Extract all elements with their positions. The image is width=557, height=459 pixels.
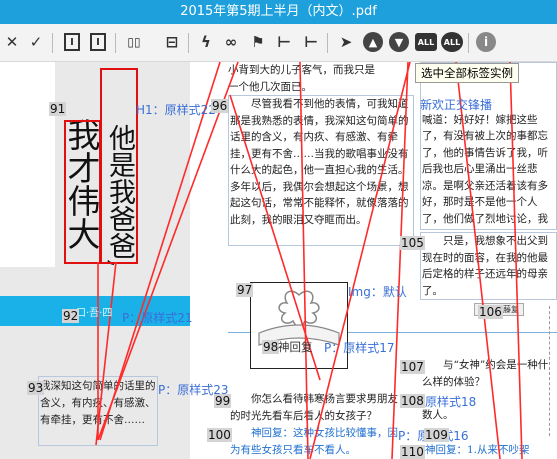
block-number[interactable]: 106 (478, 305, 503, 319)
style-tag[interactable]: P：原样式17 (324, 339, 395, 356)
block-number[interactable]: 96 (211, 99, 229, 113)
split-columns-icon[interactable]: ▯▯ (122, 30, 146, 54)
block-number[interactable]: 97 (236, 283, 254, 297)
style-tag[interactable]: 原样式18 (425, 393, 476, 410)
toolbar-separator (115, 33, 116, 53)
paragraph-107[interactable]: 与“女神”约会是一种什么样的体验？ (422, 357, 557, 391)
text-column-alt-icon[interactable]: I (90, 33, 106, 51)
text-column-icon[interactable]: I (64, 33, 80, 51)
text-block-frame (228, 95, 414, 246)
style-tag[interactable]: P：原样式21 (122, 309, 193, 326)
text-block-frame (38, 376, 158, 446)
block-number[interactable]: 93 (27, 381, 45, 395)
paragraph-110[interactable]: 神回复：1.从来不吵架 (425, 442, 557, 459)
style-tag[interactable]: H1：原样式22 (136, 101, 216, 118)
info-icon[interactable]: i (476, 32, 496, 52)
toolbar-separator (327, 33, 328, 53)
title-bar: 2015年第5期上半月（内文）.pdf (0, 0, 557, 24)
selection-box[interactable] (64, 120, 101, 264)
merge-rows-icon[interactable]: ⊟ (160, 30, 184, 54)
plus-level-icon[interactable]: ⊢ (299, 30, 323, 54)
close-icon[interactable]: ✕ (0, 30, 24, 54)
block-number[interactable]: 110 (400, 445, 425, 459)
app-window: 2015年第5期上半月（内文）.pdf ✕ ✓ I I ▯▯ ⊟ ϟ ∞ ⚑ ⊢… (0, 0, 557, 459)
toolbar-separator (468, 33, 469, 53)
text-block-frame (420, 232, 557, 300)
block-number[interactable]: 91 (49, 102, 67, 116)
arrow-down-icon[interactable]: ▼ (389, 32, 409, 52)
pointer-icon[interactable]: ➤ (334, 30, 358, 54)
tooltip: 选中全部标签实例 (415, 63, 519, 83)
text-block-frame (420, 62, 557, 230)
toolbar: ✕ ✓ I I ▯▯ ⊟ ϟ ∞ ⚑ ⊢ ⊢ ➤ ▲ ▼ ALL ALL i (0, 24, 557, 62)
block-number[interactable]: 108 (400, 394, 425, 408)
select-all-icon[interactable]: ALL (415, 33, 437, 51)
paragraph-line: 小背到大的儿子客气，而我只是 (228, 64, 375, 76)
left-page-margin (0, 62, 55, 267)
banner-text: 口·吾·四 (76, 308, 113, 319)
toolbar-separator (52, 33, 53, 53)
block-number[interactable]: 109 (424, 428, 449, 442)
image-caption: 神回复 (278, 340, 313, 354)
style-tag[interactable]: 新欢正交锋播 (420, 96, 492, 113)
lightning-tag-icon[interactable]: ϟ (194, 30, 218, 54)
paragraph-line: 一个他几次面已。 (228, 80, 312, 93)
link-icon[interactable]: ∞ (219, 30, 243, 54)
paragraph-top[interactable]: 小背到大的儿子客气，而我只是 一个他几次面已。 (228, 62, 413, 95)
block-number[interactable]: 98 (262, 340, 280, 354)
select-all-circle-icon[interactable]: ALL (441, 32, 463, 52)
toolbar-separator (188, 33, 189, 53)
arrow-up-icon[interactable]: ▲ (363, 32, 383, 52)
block-number[interactable]: 100 (207, 428, 232, 442)
paragraph-100[interactable]: 神回复：这种女孩比较懂事，因为有些女孩只看车不看人。 (230, 425, 400, 459)
block-number[interactable]: 105 (400, 236, 425, 250)
block-number[interactable]: 107 (400, 360, 425, 374)
block-number[interactable]: 92 (62, 309, 80, 323)
confirm-icon[interactable]: ✓ (24, 30, 48, 54)
window-title: 2015年第5期上半月（内文）.pdf (180, 4, 377, 19)
flag-icon[interactable]: ⚑ (246, 30, 270, 54)
paragraph-99[interactable]: 你怎么看待韩寒扬言要求男朋友的时光先看车后看人的女孩子？ (230, 391, 400, 425)
minus-level-icon[interactable]: ⊢ (272, 30, 296, 54)
block-number[interactable]: 99 (214, 394, 232, 408)
style-tag[interactable]: Img：默认 (348, 283, 407, 300)
selection-box[interactable] (100, 68, 138, 264)
